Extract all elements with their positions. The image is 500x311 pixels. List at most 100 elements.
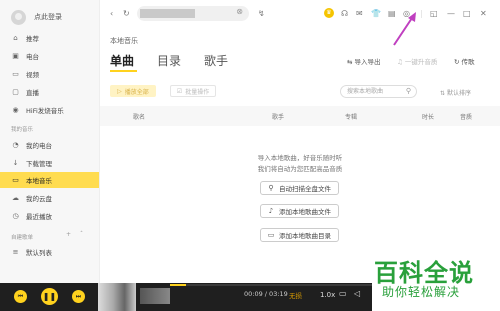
watermark-logo: 百科全说 助你轻松解决 [372, 253, 500, 311]
add-song-folder-button[interactable]: ▭ 添加本地歌曲目录 [260, 228, 339, 242]
sidebar-item-label: 电台 [26, 53, 39, 61]
transfer-songs-button[interactable]: ↻ 传歌 [454, 56, 475, 66]
batch-operation-button[interactable]: ☑ 批量操作 [170, 85, 216, 97]
home-icon: ⌂ [13, 34, 18, 42]
search-icon[interactable]: ⚲ [406, 86, 411, 97]
scan-disk-button[interactable]: ⚲ 自动扫描全盘文件 [260, 181, 339, 195]
sidebar-item-hifi[interactable]: ◉ HiFi发烧音乐 [0, 102, 99, 118]
maximize-icon[interactable]: □ [463, 8, 471, 20]
chevron-up-icon[interactable]: ˆ [80, 231, 83, 238]
column-title[interactable]: 歌名 [133, 112, 145, 121]
my-radio-icon: ◔ [12, 141, 19, 149]
empty-hint-line2: 我们将自动为您匹配高品音质 [257, 165, 343, 173]
login-link[interactable]: 点此登录 [34, 12, 62, 22]
quality-badge[interactable]: 无损 [289, 290, 302, 300]
tab-folders[interactable]: 目录 [157, 52, 181, 69]
music-note-icon: ♪ [268, 207, 274, 215]
search-text-blurred [140, 9, 195, 18]
sidebar-item-video[interactable]: ▭ 视频 [0, 66, 99, 82]
sidebar-item-default-list[interactable]: ≡ 默认列表 [0, 244, 99, 260]
mini-mode-icon[interactable]: ◱ [430, 8, 438, 20]
lyrics-icon[interactable]: ▭ [339, 289, 347, 298]
upgrade-quality-button[interactable]: ♫ 一键升音质 [397, 56, 437, 66]
back-icon[interactable]: ‹ [110, 8, 113, 20]
page-breadcrumb: 本地音乐 [110, 37, 138, 45]
add-playlist-icon[interactable]: + [66, 231, 71, 238]
sidebar-item-label: 推荐 [26, 35, 39, 43]
download-icon: ↓ [12, 159, 19, 167]
close-icon[interactable]: ✕ [480, 8, 487, 20]
sidebar-item-recommend[interactable]: ⌂ 推荐 [0, 30, 99, 46]
radio-icon: ▣ [12, 52, 19, 60]
watermark-subtitle: 助你轻松解决 [382, 285, 461, 299]
clear-search-icon[interactable]: ⊗ [236, 7, 243, 16]
computer-icon: ▭ [12, 176, 19, 184]
user-login[interactable]: 点此登录 [11, 8, 62, 26]
album-cover-blurred[interactable] [98, 283, 136, 311]
mail-icon[interactable]: ✉ [356, 8, 363, 20]
my-music-section-title: 我的音乐 [11, 127, 34, 133]
playback-time: 00:09 / 03:19 [244, 290, 288, 298]
previous-track-button[interactable]: ⏮ [14, 290, 27, 303]
playback-speed[interactable]: 1.0x [320, 291, 335, 299]
sidebar-item-label: HiFi发烧音乐 [26, 107, 64, 115]
vip-crown-icon[interactable]: ♛ [324, 8, 334, 18]
voice-search-icon[interactable]: ↯ [258, 8, 265, 20]
default-sort-label: 默认排序 [446, 90, 471, 97]
playlist-section-title: 自建歌单 [11, 235, 34, 241]
main-panel: ‹ ↻ ⊗ ↯ ♛ ☊ ✉ 👕 ▤ ◎ | ◱ — □ ✕ 本地音乐 单曲 目录… [100, 0, 500, 283]
next-track-button[interactable]: ⏭ [72, 290, 85, 303]
refresh-icon[interactable]: ↻ [123, 8, 130, 20]
track-info-blurred [140, 288, 170, 304]
sync-icon: ↻ [454, 58, 460, 66]
minimize-icon[interactable]: — [447, 8, 455, 20]
upgrade-quality-label: 一键升音质 [404, 58, 438, 66]
search-icon: ⚲ [268, 184, 274, 192]
list-icon: ≡ [12, 248, 19, 256]
skin-icon[interactable]: 👕 [371, 8, 381, 20]
cloud-icon: ☁ [12, 194, 19, 202]
batch-label: 批量操作 [185, 88, 210, 96]
column-artist[interactable]: 歌手 [272, 112, 284, 121]
sidebar-item-radio[interactable]: ▣ 电台 [0, 48, 99, 64]
sidebar: 点此登录 ⌂ 推荐 ▣ 电台 ▭ 视频 ▢ 直播 ◉ HiFi发烧音乐 我的音乐… [0, 0, 100, 283]
sidebar-item-downloads[interactable]: ↓ 下载管理 [0, 155, 99, 171]
music-note-icon: ♫ [397, 58, 403, 66]
play-all-button[interactable]: ▷ 播放全部 [110, 85, 156, 97]
progress-fill [170, 284, 187, 286]
hifi-icon: ◉ [12, 106, 19, 114]
sidebar-item-label: 视频 [26, 71, 39, 79]
column-album[interactable]: 专辑 [345, 112, 357, 121]
import-export-label: 导入导出 [354, 58, 381, 66]
sidebar-item-cloud[interactable]: ☁ 我的云盘 [0, 190, 99, 206]
sidebar-item-my-radio[interactable]: ◔ 我的电台 [0, 137, 99, 153]
import-export-icon: ⇆ [347, 58, 353, 66]
folder-icon: ▭ [267, 231, 275, 239]
empty-hint-line1: 导入本地歌曲，好音乐随时听 [257, 154, 343, 162]
sort-icon: ⇅ [440, 90, 446, 97]
local-search-placeholder: 搜索本地歌曲 [347, 88, 384, 95]
headphones-icon[interactable]: ☊ [341, 8, 348, 20]
add-song-files-button[interactable]: ♪ 添加本地歌曲文件 [260, 204, 339, 218]
sidebar-item-label: 我的电台 [26, 142, 52, 150]
sidebar-item-recent[interactable]: ◷ 最近播放 [0, 208, 99, 224]
tab-songs[interactable]: 单曲 [110, 52, 134, 69]
tab-artists[interactable]: 歌手 [204, 52, 228, 69]
import-export-button[interactable]: ⇆ 导入导出 [347, 56, 381, 66]
sidebar-item-label: 本地音乐 [26, 177, 52, 185]
volume-icon[interactable]: ◁ [354, 289, 360, 298]
sidebar-item-label: 直播 [26, 89, 39, 97]
sidebar-item-label: 我的云盘 [26, 195, 52, 203]
sidebar-item-live[interactable]: ▢ 直播 [0, 84, 99, 100]
default-sort-button[interactable]: ⇅ 默认排序 [440, 88, 471, 97]
clock-icon: ◷ [12, 212, 19, 220]
global-search-input[interactable]: ⊗ [137, 6, 249, 21]
local-search-input[interactable]: 搜索本地歌曲 ⚲ [340, 85, 417, 98]
play-pause-button[interactable]: ❚❚ [41, 288, 58, 305]
sidebar-item-local-music[interactable]: ▭ 本地音乐 [0, 172, 99, 188]
avatar[interactable] [11, 9, 26, 25]
annotation-arrow [393, 12, 416, 46]
column-duration[interactable]: 时长 [422, 112, 434, 121]
sidebar-item-label: 最近播放 [26, 213, 52, 221]
column-quality[interactable]: 音质 [460, 112, 472, 121]
